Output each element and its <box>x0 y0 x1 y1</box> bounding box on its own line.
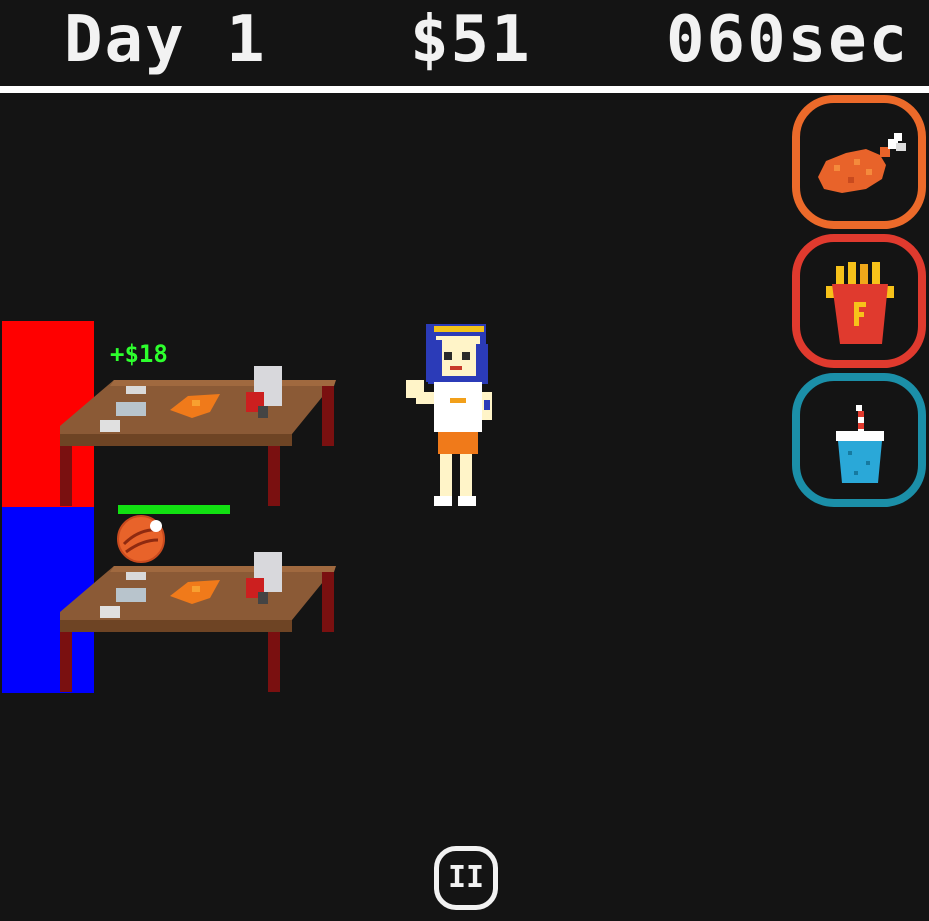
earning-popup: +$18 <box>110 340 168 368</box>
order-progress-bar <box>118 505 230 514</box>
chef-character <box>402 320 498 514</box>
drink-icon <box>836 405 884 483</box>
drumstick-icon <box>818 133 906 193</box>
fries-icon <box>826 262 894 344</box>
day-label: Day 1 <box>64 3 267 77</box>
hud-bar: Day 1 $51 060sec <box>0 0 929 86</box>
drink-button[interactable] <box>792 373 926 507</box>
hud-divider <box>0 86 929 93</box>
fries-button[interactable] <box>792 234 926 368</box>
pause-button[interactable]: II <box>434 846 498 910</box>
prep-table-1[interactable] <box>60 366 336 506</box>
money-label: $51 <box>410 3 532 77</box>
chicken-button[interactable] <box>792 95 926 229</box>
timer-label: 060sec <box>666 3 910 77</box>
prep-table-2[interactable] <box>60 552 336 692</box>
